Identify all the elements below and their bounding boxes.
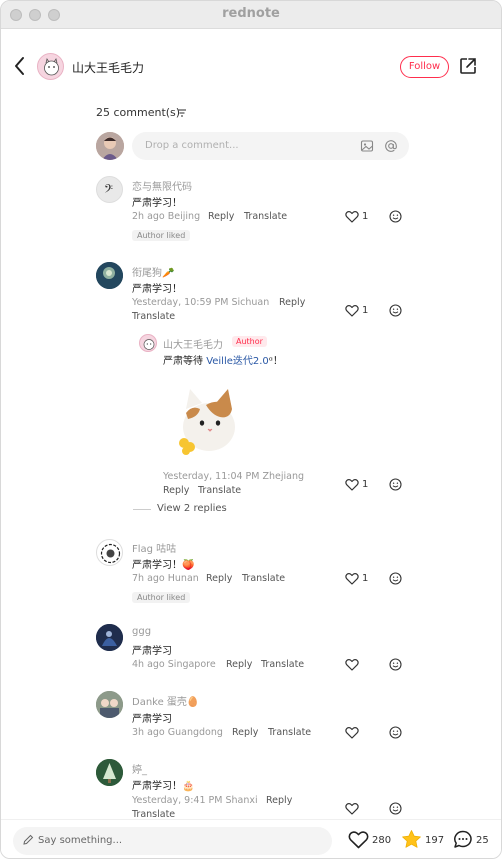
reply-username[interactable]: 山大王毛毛力 <box>163 336 223 351</box>
heart-icon[interactable] <box>345 304 359 317</box>
comment-avatar[interactable] <box>96 262 123 289</box>
reply-avatar[interactable] <box>139 334 157 352</box>
star-total: 197 <box>425 835 445 846</box>
comment-input[interactable]: Drop a comment... <box>132 132 409 160</box>
reply-button[interactable]: Reply <box>266 795 292 806</box>
divider <box>133 509 151 510</box>
pen-icon <box>23 834 34 845</box>
heart-icon[interactable] <box>345 726 359 739</box>
reply-button[interactable]: Reply <box>163 485 189 496</box>
emoji-icon[interactable] <box>389 304 402 317</box>
translate-button[interactable]: Translate <box>261 659 304 670</box>
emoji-icon[interactable] <box>389 478 402 491</box>
comment-text: 严肃学习！ <box>132 198 182 209</box>
comment-meta: Yesterday, 9:41 PM Shanxi <box>132 795 258 806</box>
reply-button[interactable]: Reply <box>226 659 252 670</box>
reply-text-link[interactable]: Veille迭代2.0 <box>206 356 269 367</box>
comment-avatar[interactable] <box>96 624 123 651</box>
window-title: rednote <box>222 6 280 21</box>
reply-meta: Yesterday, 11:04 PM Zhejiang <box>163 471 305 482</box>
author-liked-badge: Author liked <box>132 592 191 603</box>
like-total: 280 <box>372 835 392 846</box>
reply-button[interactable]: Reply <box>279 297 305 308</box>
like-count: 1 <box>362 573 369 584</box>
author-avatar[interactable] <box>37 53 64 80</box>
translate-button[interactable]: Translate <box>198 485 241 496</box>
comment-username[interactable]: 恋与無限代码 <box>132 178 192 193</box>
title-bar: rednote <box>1 1 501 29</box>
reply-button[interactable]: Reply <box>206 573 232 584</box>
reply-text-prefix: 严肃等待 <box>163 356 207 367</box>
follow-button[interactable]: Follow <box>400 56 449 78</box>
say-something-input[interactable]: Say something... <box>13 827 332 855</box>
app-window: rednote 山大王毛毛力 Follow 25 comment(s) Drop… <box>0 0 502 859</box>
author-name[interactable]: 山大王毛毛力 <box>72 59 144 76</box>
comment-avatar[interactable]: 𝄢 <box>96 176 123 203</box>
comment-text: 严肃学习 <box>132 714 172 725</box>
reply-button[interactable]: Reply <box>208 211 234 222</box>
comment-username[interactable]: ggg <box>132 626 151 637</box>
at-icon[interactable] <box>384 139 398 153</box>
svg-text:𝄢: 𝄢 <box>104 183 113 199</box>
comment-meta: Yesterday, 10:59 PM Sichuan <box>132 297 270 308</box>
comment-total: 25 <box>476 835 489 846</box>
comment-meta: 7h ago Hunan <box>132 573 199 584</box>
share-icon[interactable] <box>459 57 477 75</box>
comment-text: 严肃学习！ <box>132 284 182 295</box>
reply-text-suffix: ᵅ！ <box>268 356 283 367</box>
translate-button[interactable]: Translate <box>268 727 311 738</box>
heart-icon[interactable] <box>348 830 369 849</box>
image-icon[interactable] <box>360 139 374 153</box>
reply-text: 严肃等待 Veille迭代2.0ᵅ！ <box>163 352 283 367</box>
translate-button[interactable]: Translate <box>242 573 285 584</box>
comment-username[interactable]: 衔尾狗🥕 <box>132 264 174 279</box>
comment-meta: 4h ago Singapore <box>132 659 216 670</box>
emoji-icon[interactable] <box>389 572 402 585</box>
emoji-icon[interactable] <box>389 658 402 671</box>
heart-icon[interactable] <box>345 210 359 223</box>
emoji-icon[interactable] <box>389 802 402 815</box>
comment-username[interactable]: Danke 蛋壳🥚 <box>132 693 199 708</box>
comment-avatar[interactable] <box>96 539 123 566</box>
heart-icon[interactable] <box>345 572 359 585</box>
comment-text: 严肃学习 <box>132 646 172 657</box>
comment-text: 严肃学习！🍑 <box>132 560 195 571</box>
note-header: 山大王毛毛力 Follow <box>1 29 501 105</box>
cat-sticker-image[interactable] <box>176 379 242 457</box>
comment-text: 严肃学习！🎂 <box>132 781 195 792</box>
comment-username[interactable]: 婷_ <box>132 761 147 776</box>
back-arrow-icon[interactable] <box>11 55 29 77</box>
comment-count: 25 comment(s) <box>96 106 181 119</box>
translate-button[interactable]: Translate <box>244 211 287 222</box>
comment-meta: 3h ago Guangdong <box>132 727 223 738</box>
author-badge: Author <box>232 336 267 347</box>
comment-username[interactable]: Flag 咕咕 <box>132 540 176 555</box>
heart-icon[interactable] <box>345 802 359 815</box>
heart-icon[interactable] <box>345 658 359 671</box>
comment-avatar[interactable] <box>96 759 123 786</box>
author-liked-badge: Author liked <box>132 230 191 241</box>
translate-button[interactable]: Translate <box>132 311 175 322</box>
emoji-icon[interactable] <box>389 210 402 223</box>
emoji-icon[interactable] <box>389 726 402 739</box>
comment-bubble-icon[interactable] <box>453 830 473 849</box>
my-avatar <box>96 132 124 160</box>
comment-meta: 2h ago Beijing <box>132 211 201 222</box>
filter-icon[interactable] <box>177 108 187 118</box>
like-count: 1 <box>362 479 369 490</box>
like-count: 1 <box>362 305 369 316</box>
view-replies-button[interactable]: View 2 replies <box>157 503 227 514</box>
star-icon[interactable] <box>401 829 422 849</box>
bottom-bar: Say something... 280 197 25 <box>1 819 501 858</box>
like-count: 1 <box>362 211 369 222</box>
heart-icon[interactable] <box>345 478 359 491</box>
reply-button[interactable]: Reply <box>232 727 258 738</box>
comment-avatar[interactable] <box>96 691 123 718</box>
